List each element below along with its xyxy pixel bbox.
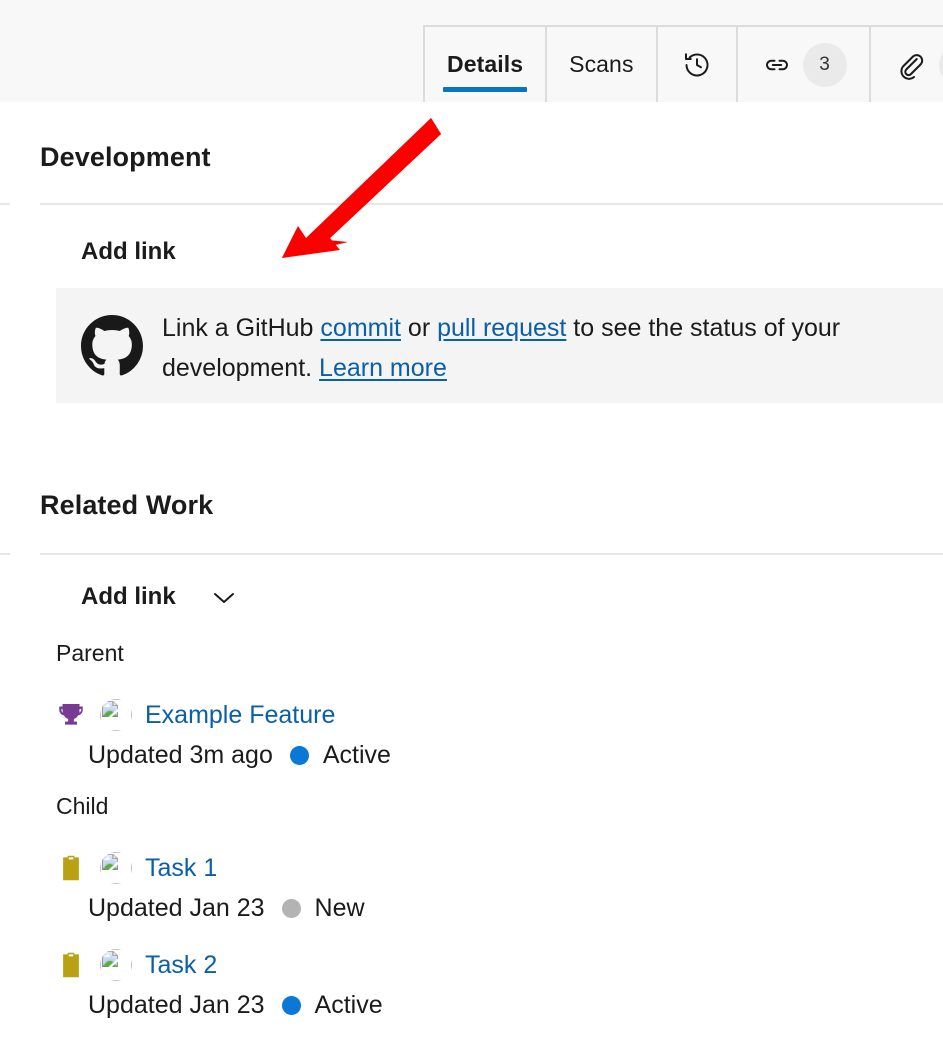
work-item-updated: Updated Jan 23 — [88, 894, 265, 923]
attachments-count-badge — [939, 43, 943, 87]
related-work-item-meta: Updated Jan 23 New — [88, 887, 365, 929]
avatar: 15693 — [100, 949, 132, 981]
development-section-title: Development — [40, 142, 211, 173]
commit-link[interactable]: commit — [320, 314, 401, 342]
avatar: 15013 — [100, 699, 132, 731]
tab-details[interactable]: Details — [423, 25, 545, 102]
add-link-development[interactable]: Add link — [81, 238, 176, 266]
github-text-part-2: or — [401, 314, 437, 342]
work-item-updated: Updated 3m ago — [88, 741, 273, 770]
related-work-divider — [40, 553, 943, 555]
work-item-title-link[interactable]: Task 1 — [145, 854, 217, 883]
tab-scans[interactable]: Scans — [545, 25, 655, 102]
related-group-label-child: Child — [56, 793, 108, 820]
avatar: 15694 — [100, 852, 132, 884]
task-clipboard-icon — [56, 853, 86, 883]
related-work-item-row[interactable]: 15693 Task 2 — [56, 942, 816, 988]
learn-more-link[interactable]: Learn more — [319, 354, 447, 382]
feature-trophy-icon — [56, 700, 86, 730]
related-work-item-meta: Updated Jan 23 Active — [88, 984, 383, 1026]
pull-request-link[interactable]: pull request — [437, 314, 566, 342]
tab-details-label: Details — [447, 53, 523, 76]
related-work-divider-stub — [0, 553, 10, 555]
github-icon — [81, 315, 143, 377]
add-link-related-work[interactable]: Add link — [81, 583, 176, 611]
development-divider-stub — [0, 203, 10, 205]
tab-links[interactable]: 3 — [736, 25, 869, 102]
related-work-item-row[interactable]: 15013 Example Feature — [56, 692, 816, 738]
task-clipboard-icon — [56, 950, 86, 980]
attachment-icon — [895, 50, 925, 80]
history-icon — [682, 50, 712, 80]
work-item-updated: Updated Jan 23 — [88, 991, 265, 1020]
state-dot — [282, 996, 301, 1015]
state-dot — [282, 899, 301, 918]
links-count-badge: 3 — [803, 43, 847, 87]
work-item-title-link[interactable]: Task 2 — [145, 951, 217, 980]
github-callout: Link a GitHub commit or pull request to … — [56, 288, 943, 403]
state-dot — [290, 746, 309, 765]
development-divider — [40, 203, 943, 205]
work-item-state: New — [315, 894, 365, 923]
tab-strip: Details Scans 3 — [423, 25, 943, 102]
work-item-title-link[interactable]: Example Feature — [145, 701, 335, 730]
related-work-section-title: Related Work — [40, 490, 213, 521]
github-callout-text: Link a GitHub commit or pull request to … — [162, 308, 932, 388]
tab-attachments[interactable] — [869, 25, 943, 102]
chevron-down-icon[interactable] — [210, 588, 238, 606]
tab-history[interactable] — [656, 25, 736, 102]
related-group-label-parent: Parent — [56, 640, 124, 667]
related-work-item-meta: Updated 3m ago Active — [88, 734, 391, 776]
tab-selected-indicator — [443, 87, 527, 92]
link-icon — [762, 50, 792, 80]
related-work-item-row[interactable]: 15694 Task 1 — [56, 845, 816, 891]
tab-scans-label: Scans — [569, 53, 633, 76]
work-item-state: Active — [323, 741, 391, 770]
work-item-state: Active — [315, 991, 383, 1020]
annotation-arrow-icon — [268, 108, 448, 268]
github-text-part-1: Link a GitHub — [162, 314, 320, 342]
tab-bar: Details Scans 3 — [0, 0, 943, 102]
